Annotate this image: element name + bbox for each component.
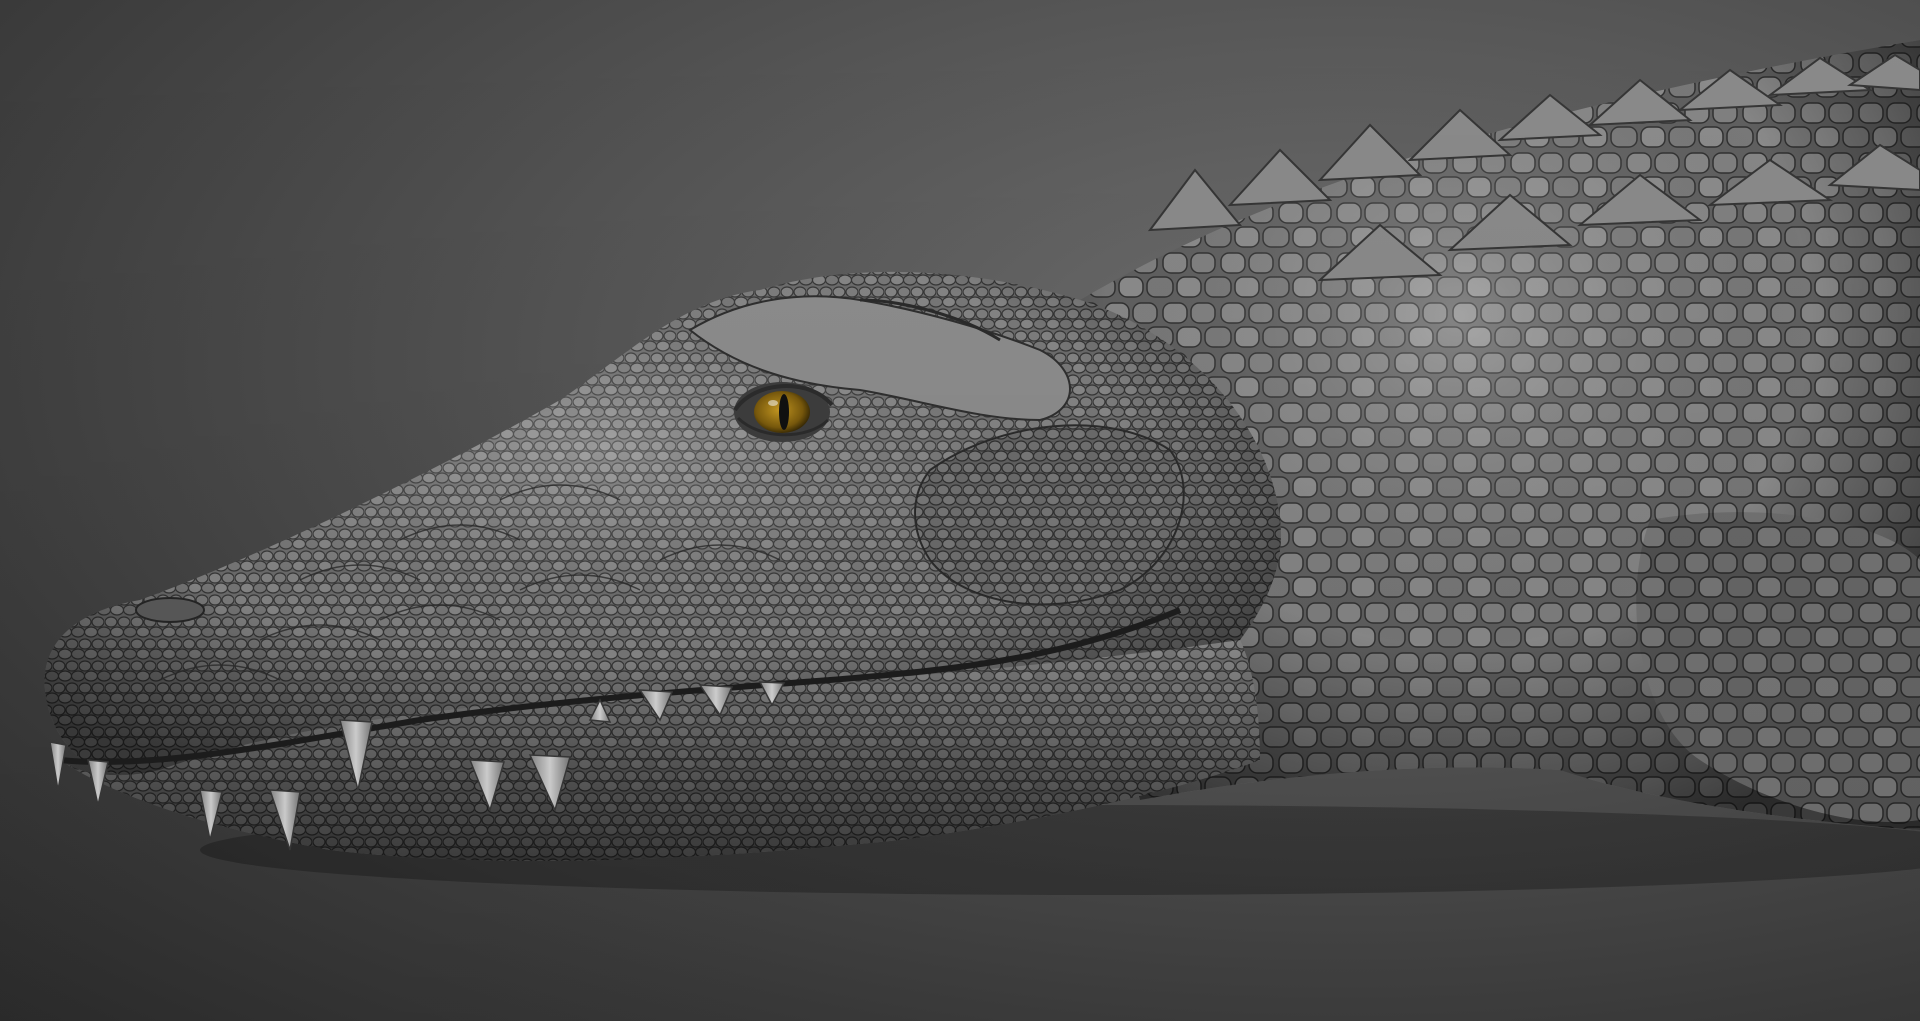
crocodile-render: [0, 0, 1920, 1021]
render-viewport: [0, 0, 1920, 1021]
